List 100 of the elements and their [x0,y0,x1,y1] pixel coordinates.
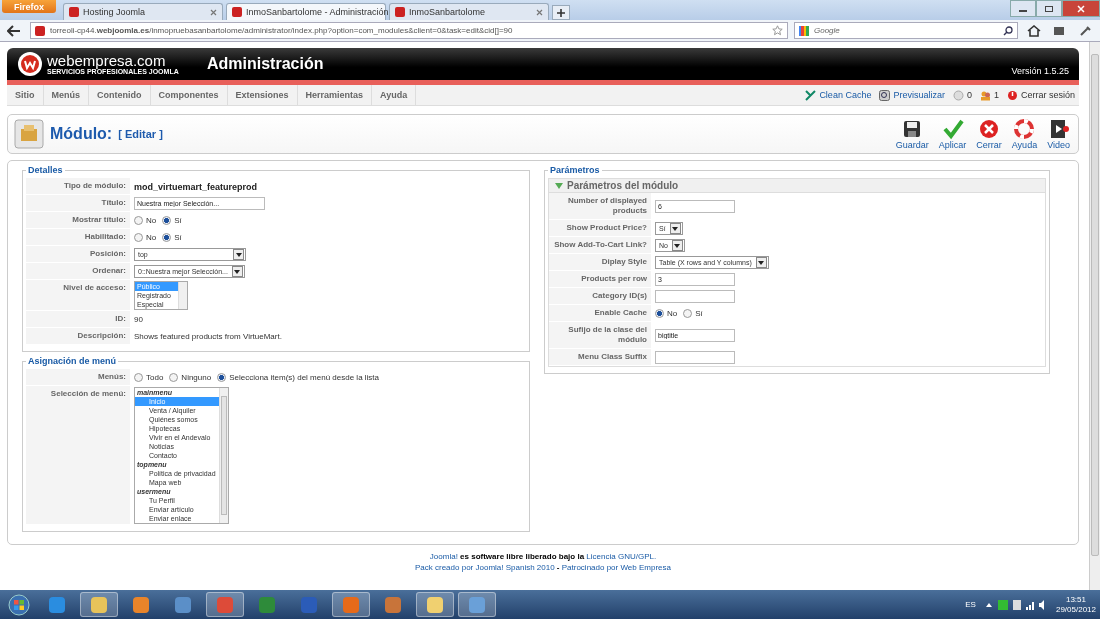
menu-item[interactable]: Ayuda [372,85,417,105]
address-bar[interactable]: torreoli-cp44.webjoomla.es/inmopruebasanbartolome/administrator/index.php?option=com_modules&client=0&task=edit&cid[]=90 [30,22,788,39]
radio-button[interactable] [162,233,172,242]
app-icon [341,594,361,615]
count-text: 1 [993,90,999,100]
save-button[interactable]: Guardar [893,118,931,150]
field-label: Products per row [549,271,652,288]
footer-link[interactable]: Pack creado por Joomla! Spanish 2010 [415,563,555,572]
site-icon [69,7,79,17]
text-field[interactable] [655,351,735,364]
radio-button[interactable] [134,373,143,382]
taskbar-app-button[interactable] [458,592,496,617]
menu-item[interactable]: Menús [43,85,89,105]
caret-icon [755,257,767,268]
new-tab-button[interactable] [552,5,570,20]
field-label: Selección de menú: [26,386,131,525]
radio-label: Selecciona item(s) del menú desde la lista [229,373,380,382]
text-field[interactable] [655,290,735,303]
app-icon [425,594,445,615]
broom-icon [805,89,817,101]
footer-link[interactable]: Patrocinado por Web Empresa [561,563,671,572]
menu-item[interactable]: Sitio [7,85,44,105]
radio-button[interactable] [655,309,664,318]
language-indicator[interactable]: ES [965,600,976,609]
video-button[interactable]: Video [1045,118,1072,150]
close-icon [978,118,1000,140]
clock[interactable]: 13:51 29/05/2012 [1055,594,1096,615]
header-link[interactable]: Previsualizar [893,90,945,100]
header-link[interactable]: Clean Cache [819,90,872,100]
field-label: Show Add-To-Cart Link? [549,237,652,254]
field-label: Menús: [26,369,131,386]
app-icon [215,594,235,615]
minimize-icon[interactable] [1010,0,1036,17]
section-legend: Parámetros [548,165,602,175]
radio-button[interactable] [134,216,143,225]
tray-icons[interactable] [985,598,1046,611]
app-icon [383,594,403,615]
close-icon[interactable] [210,8,217,16]
close-button[interactable]: Cerrar [974,118,1004,150]
menu-item[interactable]: Componentes [150,85,228,105]
field-label: Number of displayed products [549,193,652,220]
radio-button[interactable] [162,216,172,225]
panel-header[interactable]: Parámetros del módulo [548,178,1046,193]
field-label: Posición: [26,246,131,263]
radio-button[interactable] [134,233,143,242]
menu-item[interactable]: Contenido [89,85,151,105]
close-icon[interactable] [536,8,543,16]
browser-tab[interactable]: InmoSanbartolome - Administración [226,3,386,20]
radio-button[interactable] [683,309,693,318]
field-label: Tipo de módulo: [26,178,131,195]
browser-tab[interactable]: InmoSanbartolome [389,3,549,20]
header-link[interactable]: Cerrar sesión [1020,90,1075,100]
module-title: Módulo: [50,125,113,143]
preview-icon [879,89,891,101]
app-icon [467,594,487,615]
site-icon [35,25,45,36]
maximize-icon[interactable] [1036,0,1062,17]
scrollbar[interactable] [1089,42,1100,590]
site-icon [232,7,242,17]
search-engine-icon [799,25,809,36]
taskbar-app-button[interactable] [416,592,454,617]
radio-label: No [667,309,678,318]
app-icon [131,594,151,615]
radio-label: No [146,216,157,225]
app-icon [299,594,319,615]
search-field[interactable]: Google [794,22,1018,39]
menu-item[interactable]: Extensiones [227,85,298,105]
taskbar-app-button[interactable] [80,592,118,617]
message-icon [952,89,964,101]
browser-tab[interactable]: Hosting Joomla [63,3,223,20]
search-icon[interactable] [1003,25,1013,36]
count-text: 0 [966,90,972,100]
field-value: 90 [134,315,143,324]
radio-label: Sí [695,309,703,318]
radio-button[interactable] [169,373,179,382]
footer-text: Pack creado por Joomla! Spanish 2010 - Patrocinado por Web Empresa [414,562,672,573]
field-label: Habilitado: [26,229,131,246]
field-value: mod_virtuemart_featureprod [134,181,258,192]
star-icon[interactable] [772,25,783,36]
scrollbar[interactable] [178,282,187,309]
footer-link[interactable]: Licencia GNU/GPL. [586,552,657,561]
app-icon [47,594,67,615]
field-value: Shows featured products from VirtueMart. [134,332,282,341]
panel-title: Parámetros del módulo [567,180,679,191]
taskbar-app-button[interactable] [206,592,244,617]
footer-link[interactable]: Joomla! [429,552,458,561]
menu-item[interactable]: Herramientas [297,85,373,105]
apply-button[interactable]: Aplicar [936,118,969,150]
module-subtitle: [ Editar ] [118,128,163,140]
taskbar-app-button[interactable] [332,592,370,617]
module-icon [14,119,44,149]
radio-button[interactable] [217,373,227,382]
field-label: Título: [26,195,131,212]
radio-label: Sí [174,233,182,242]
field-label: Category ID(s) [549,288,652,305]
users-icon [979,89,991,101]
footer-text: Joomla! es software libre liberado bajo la Licencia GNU/GPL. [428,551,658,562]
site-icon [395,7,405,17]
help-button[interactable]: Ayuda [1009,118,1040,150]
scrollbar[interactable] [219,388,228,523]
